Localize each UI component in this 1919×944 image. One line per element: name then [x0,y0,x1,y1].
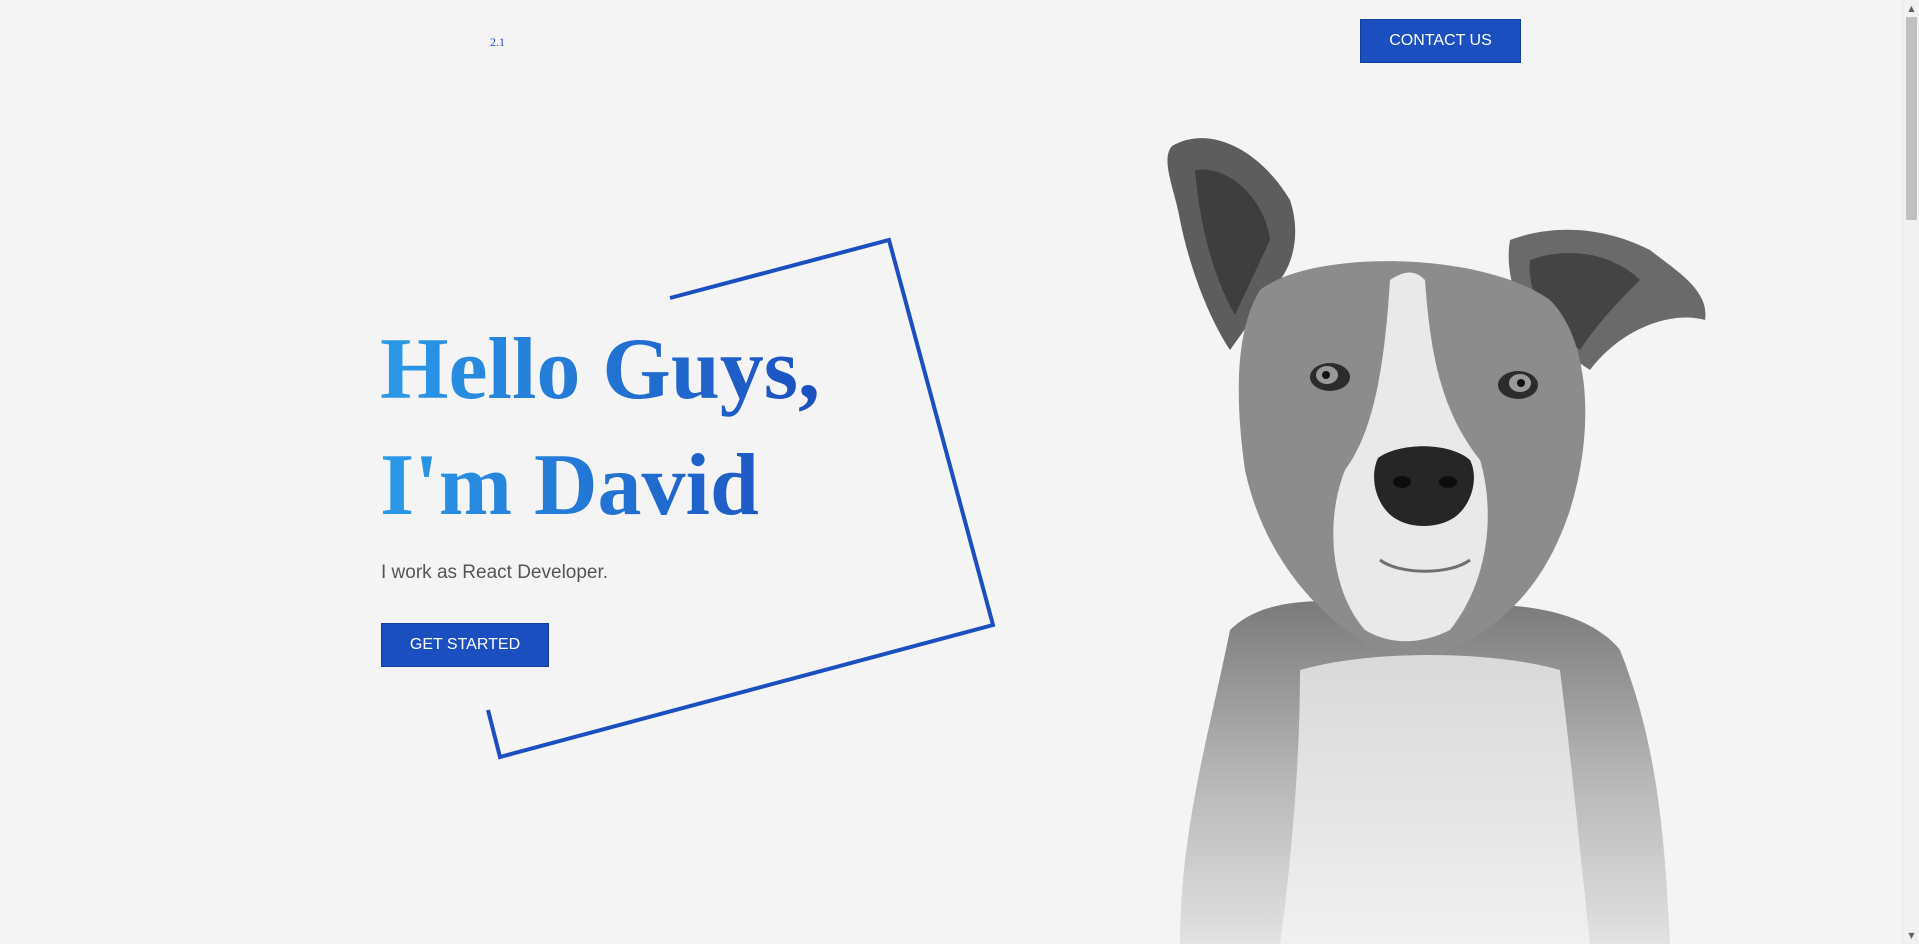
vertical-scrollbar[interactable]: ▲ ▼ [1902,0,1919,944]
landing-page: 2.1 CONTACT US Hello Guys, I'm David I w… [0,0,1919,944]
scroll-down-arrow-icon[interactable]: ▼ [1903,927,1919,944]
scroll-up-arrow-icon[interactable]: ▲ [1903,0,1919,17]
hero-title-line-1: Hello Guys, [380,321,821,418]
get-started-button[interactable]: GET STARTED [381,623,549,667]
hero-subtitle: I work as React Developer. [381,562,609,583]
hero-title-line-2: I'm David [380,437,759,534]
scroll-thumb[interactable] [1906,17,1917,220]
hero-title: Hello Guys, I'm David [380,312,820,544]
dog-image [1167,138,1706,944]
